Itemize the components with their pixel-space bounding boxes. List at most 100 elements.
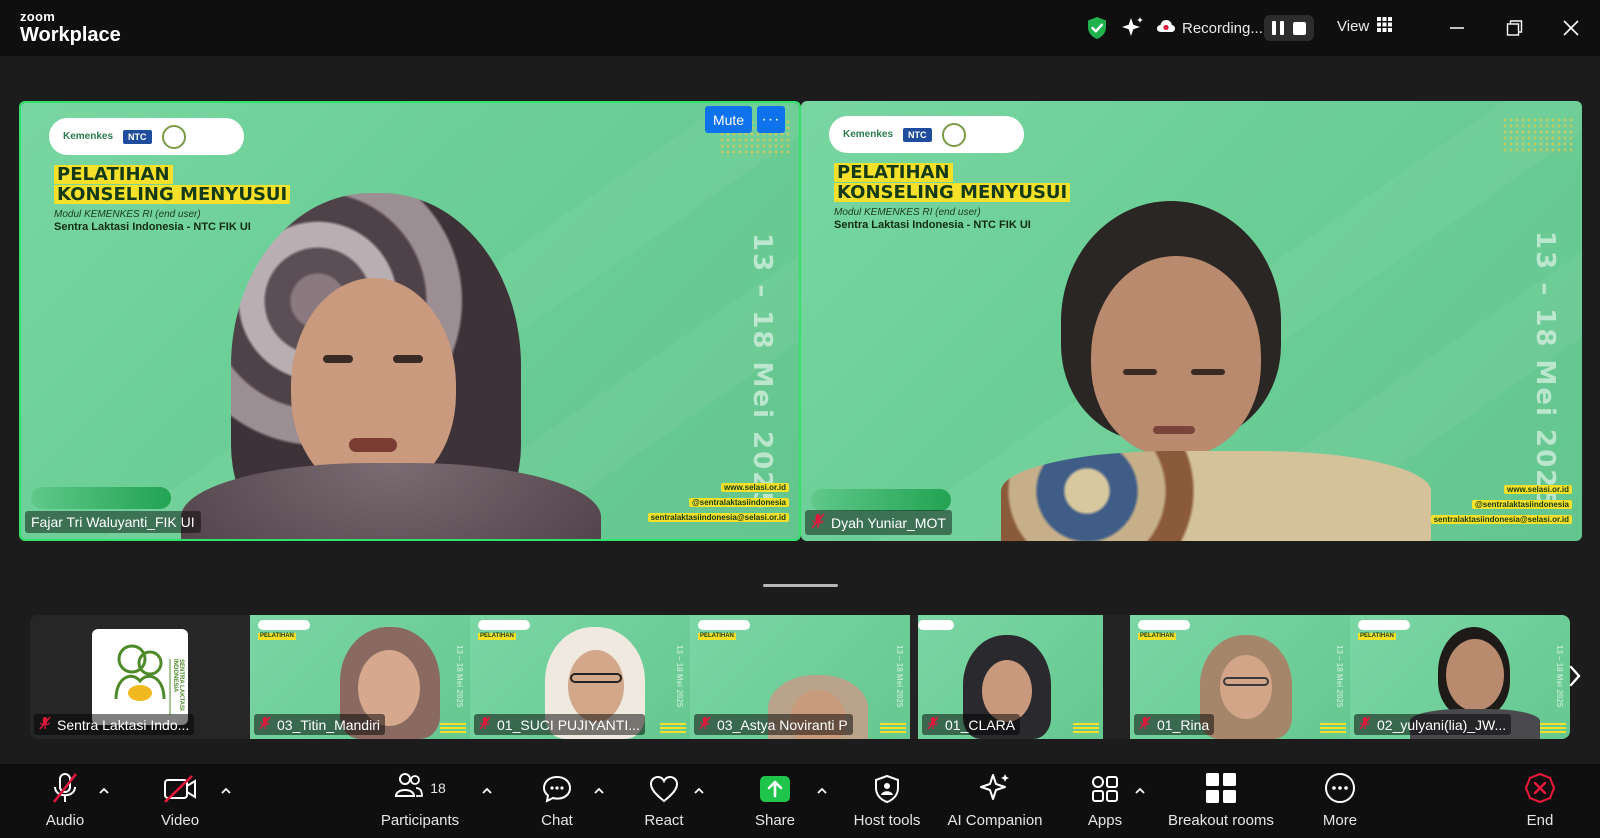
muted-mic-icon [479,716,491,733]
kemenkes-logo: Kemenkes NTC [829,116,1024,153]
mic-muted-icon [50,764,80,804]
speaker-name: Dyah Yuniar_MOT [831,514,946,531]
chevron-right-icon[interactable] [1568,664,1582,693]
brand-kemenkes: Kemenkes [843,129,894,140]
mute-participant-button[interactable]: Mute [705,106,752,133]
participant-thumbnail[interactable]: PELATIHAN 13 – 18 Mei 2025 03_Astya Novi… [690,615,910,739]
video-button[interactable]: Video [155,764,205,838]
react-label: React [644,812,684,829]
speaker-tile-active[interactable]: Kemenkes NTC PELATIHAN KONSELING MENYUSU… [19,101,801,541]
apps-label: Apps [1087,812,1123,829]
breakout-rooms-label: Breakout rooms [1168,812,1274,829]
thumb-slide-title: PELATIHAN [478,633,516,640]
decorative-swoosh [811,489,951,511]
minimize-icon[interactable] [1443,14,1471,42]
stop-icon[interactable] [1292,21,1306,35]
thumb-slide-date: 13 – 18 Mei 2025 [455,645,464,708]
thumb-slide-title: PELATIHAN [258,633,296,640]
thumbnail-name-tag: 03_Titin_Mandiri [254,714,385,735]
mini-contacts [660,723,686,733]
thumbnail-name-tag: 01_SUCI PUJIYANTI... [474,714,645,735]
chat-icon [541,764,573,804]
brand-kemenkes: Kemenkes [63,131,114,142]
slide-social: @sentralaktasiindonesia [1471,500,1572,509]
participants-icon [394,771,424,804]
participants-options-chevron-icon[interactable] [481,782,493,800]
sparkle-icon[interactable] [1121,16,1145,45]
muted-mic-icon [1359,716,1371,733]
view-button[interactable]: View [1337,17,1393,36]
thumbnail-name: Sentra Laktasi Indo... [57,716,190,733]
brand-top: zoom [20,9,56,24]
slide-contacts: www.selasi.or.id @sentralaktasiindonesia… [1430,482,1572,527]
thumb-slide-date: 13 – 18 Mei 2025 [895,645,904,708]
chat-options-chevron-icon[interactable] [593,782,605,800]
speaker-tile[interactable]: Kemenkes NTC PELATIHAN KONSELING MENYUSU… [801,101,1582,541]
slide-title-line1: PELATIHAN [834,163,953,182]
share-button[interactable]: Share [750,764,800,838]
video-options-chevron-icon[interactable] [220,782,232,800]
more-dots-icon [1324,764,1356,804]
participant-video [1001,201,1431,541]
chat-button[interactable]: Chat [532,764,582,838]
shield-check-icon[interactable] [1086,16,1108,45]
decorative-swoosh [31,487,171,509]
participant-thumbnail[interactable]: 01_CLARA [918,615,1103,739]
slide-email: sentralaktasiindonesia@selasi.or.id [647,513,789,522]
slide-contacts: www.selasi.or.id @sentralaktasiindonesia… [647,480,789,525]
panel-resize-handle[interactable] [763,584,838,587]
restore-icon[interactable] [1500,14,1528,42]
brand-bottom: Workplace [20,24,121,46]
share-options-chevron-icon[interactable] [816,782,828,800]
host-tools-label: Host tools [853,812,921,829]
participants-button[interactable]: 18 Participants [375,764,465,838]
share-label: Share [754,812,796,829]
mini-logo [918,620,954,630]
breakout-rooms-button[interactable]: Breakout rooms [1165,764,1277,838]
host-shield-icon [873,764,901,804]
audio-options-chevron-icon[interactable] [98,782,110,800]
participant-thumbnail[interactable]: SENTRA LAKTASI INDONESIA Sentra Laktasi … [30,615,250,739]
cloud-record-icon [1156,19,1176,38]
recording-controls [1264,15,1314,41]
thumbnail-name-tag: 03_Astya Noviranti P [694,714,853,735]
mini-logo [478,620,530,630]
participant-thumbnail[interactable]: PELATIHAN 13 – 18 Mei 2025 01_SUCI PUJIY… [470,615,690,739]
recording-status[interactable]: Recording... [1156,16,1263,40]
audio-button[interactable]: Audio [40,764,90,838]
host-tools-button[interactable]: Host tools [847,764,927,838]
apps-options-chevron-icon[interactable] [1134,782,1146,800]
zoom-meeting-window: zoom Workplace Recording... View Kemenke… [0,0,1600,838]
end-meeting-button[interactable]: End [1515,764,1565,838]
share-screen-icon [759,764,791,804]
close-icon[interactable] [1557,14,1585,42]
mini-contacts [440,723,466,733]
participant-video [181,183,611,539]
tile-more-button[interactable]: ··· [757,106,785,133]
selasi-logo-icon [161,124,186,149]
react-options-chevron-icon[interactable] [693,782,705,800]
more-button[interactable]: More [1315,764,1365,838]
react-button[interactable]: React [639,764,689,838]
pause-icon[interactable] [1272,21,1285,35]
muted-mic-icon [1139,716,1151,733]
participants-count: 18 [430,780,446,796]
slide-website: www.selasi.or.id [1504,485,1572,494]
slide-date: 13 – 18 Mei 2025 [1530,231,1560,510]
slide-date: 13 – 18 Mei 2025 [747,233,777,512]
heart-icon [648,764,680,804]
mini-contacts [1540,723,1566,733]
speaker-name: Fajar Tri Waluyanti_FIK UI [31,514,195,530]
ai-companion-button[interactable]: AI Companion [940,764,1050,838]
apps-button[interactable]: Apps [1080,764,1130,838]
slide-website: www.selasi.or.id [721,483,789,492]
speaker-name-tag: Fajar Tri Waluyanti_FIK UI [25,511,201,533]
participant-thumbnail[interactable]: PELATIHAN 13 – 18 Mei 2025 01_Rina [1130,615,1350,739]
participant-thumbnail[interactable]: PELATIHAN 13 – 18 Mei 2025 03_Titin_Mand… [250,615,470,739]
thumbnail-name: 03_Astya Noviranti P [717,716,848,733]
participant-thumbnail[interactable]: PELATIHAN 13 – 18 Mei 2025 02_yulyani(li… [1350,615,1570,739]
participants-icon-wrap: 18 [394,764,446,804]
end-label: End [1526,812,1554,829]
thumbnail-name-tag: 02_yulyani(lia)_JW... [1354,714,1512,735]
end-call-icon [1524,764,1556,804]
